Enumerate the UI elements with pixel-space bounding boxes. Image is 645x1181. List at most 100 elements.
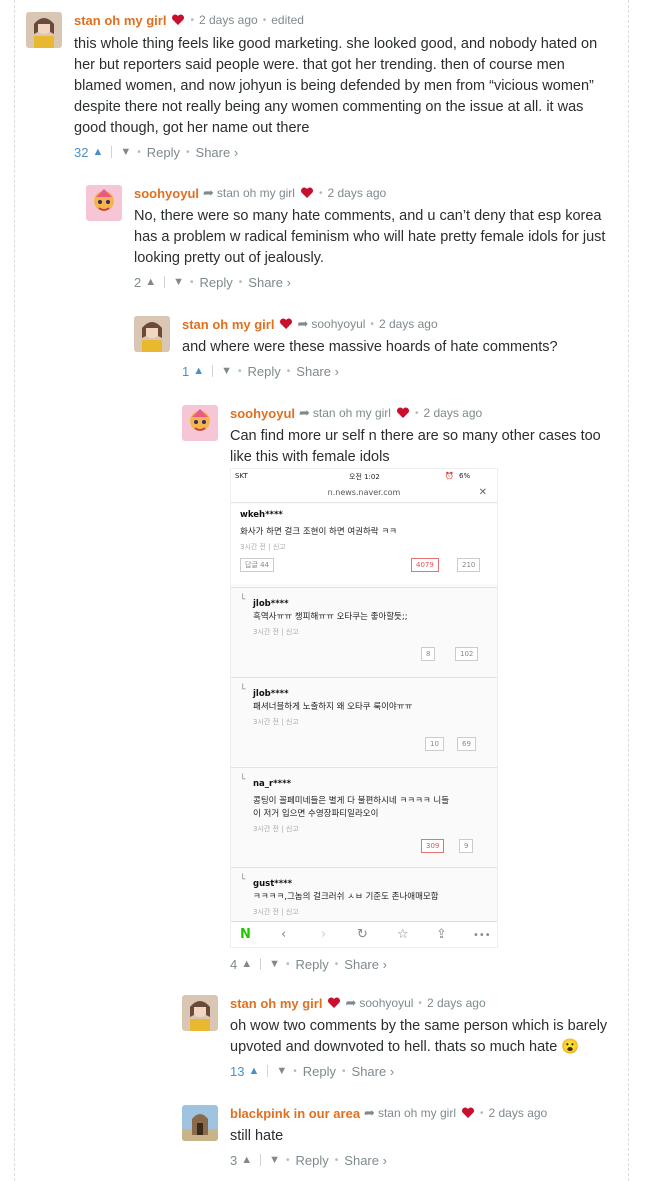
news-username: wkeh****: [240, 510, 283, 520]
downvote-icon[interactable]: ▼: [120, 146, 131, 158]
more-icon: •••: [473, 930, 491, 941]
news-time: 3시간 전: [253, 718, 279, 726]
reply-corner-icon: └: [240, 775, 246, 785]
avatar[interactable]: [26, 12, 62, 48]
news-username: jlob****: [253, 599, 289, 609]
reply-button[interactable]: Reply: [147, 145, 180, 160]
reply-arrow-icon: ➦: [203, 185, 214, 200]
share-button[interactable]: Share ›: [196, 145, 239, 160]
share-button[interactable]: Share ›: [296, 364, 339, 379]
timestamp[interactable]: 2 days ago: [327, 186, 386, 200]
share-button[interactable]: Share ›: [344, 957, 387, 972]
upvote-icon[interactable]: ▲: [145, 276, 156, 288]
reply-to-name[interactable]: stan oh my girl: [313, 406, 391, 420]
upvote-icon[interactable]: ▲: [248, 1065, 259, 1077]
downvote-icon[interactable]: ▼: [269, 1154, 280, 1166]
share-button[interactable]: Share ›: [344, 1153, 387, 1168]
comment-text: Can find more ur self n there are so man…: [230, 428, 601, 465]
separator-dot: •: [238, 276, 243, 288]
upvote-icon[interactable]: ▲: [241, 958, 252, 970]
share-icon: ⇪: [436, 927, 447, 942]
author-name[interactable]: stan oh my girl: [74, 13, 166, 28]
news-dislike-count: 210: [457, 558, 481, 572]
author-name[interactable]: soohyoyul: [230, 406, 295, 421]
timestamp[interactable]: 2 days ago: [427, 996, 486, 1010]
reply-button[interactable]: Reply: [303, 1064, 336, 1079]
avatar[interactable]: [86, 185, 122, 221]
news-reply: └ gust**** ㅋㅋㅋㅋ,그놈의 걸크러쉬 ㅅㅂ 기준도 존나애매모함 3…: [231, 873, 497, 923]
timestamp[interactable]: 2 days ago: [423, 406, 482, 420]
upvote-count: 1: [182, 363, 190, 379]
news-like-count: 10: [425, 737, 444, 751]
back-icon: ‹: [281, 927, 287, 942]
downvote-icon[interactable]: ▼: [269, 958, 280, 970]
separator-dot: •: [334, 958, 339, 970]
news-report: 신고: [285, 718, 299, 726]
downvote-icon[interactable]: ▼: [276, 1065, 287, 1077]
reply-button[interactable]: Reply: [248, 364, 281, 379]
separator-dot: •: [370, 318, 374, 330]
downvote-icon[interactable]: ▼: [221, 365, 232, 377]
news-comment-text: 화사가 하면 걸크 조현이 하면 여권하락 ㅋㅋ: [240, 527, 397, 537]
avatar[interactable]: [182, 1105, 218, 1141]
avatar[interactable]: [182, 995, 218, 1031]
avatar[interactable]: [134, 316, 170, 352]
share-button[interactable]: Share ›: [248, 275, 291, 290]
downvote-icon[interactable]: ▼: [173, 276, 184, 288]
separator-dot: •: [137, 146, 141, 158]
author-name[interactable]: stan oh my girl: [182, 317, 274, 332]
alarm-icon: ⏰: [445, 472, 454, 480]
browser-url-bar: n.news.naver.com ✕: [231, 483, 497, 503]
news-time: 3시간 전: [253, 825, 279, 833]
reply-to-name[interactable]: stan oh my girl: [217, 186, 295, 200]
author-name[interactable]: blackpink in our area: [230, 1106, 360, 1121]
reply-to-name[interactable]: soohyoyul: [311, 317, 365, 331]
reply-arrow-icon: ➦: [299, 405, 310, 420]
separator-dot: •: [190, 276, 194, 288]
reply-button[interactable]: Reply: [200, 275, 233, 290]
news-like-count: 4079: [411, 558, 439, 572]
news-comment: wkeh**** 화사가 하면 걸크 조현이 하면 여권하락 ㅋㅋ 3시간 전 …: [231, 504, 497, 584]
separator-dot: •: [414, 407, 419, 419]
news-comment-text: ㅋㅋㅋㅋ,그놈의 걸크러쉬 ㅅㅂ 기준도 존나애매모함: [253, 892, 439, 902]
author-name[interactable]: soohyoyul: [134, 186, 199, 201]
news-username: jlob****: [253, 689, 289, 699]
upvote-count: 32: [74, 144, 89, 160]
upvote-icon[interactable]: ▲: [92, 146, 103, 158]
comment-text: No, there were so many hate comments, an…: [134, 208, 606, 266]
reply-to-name[interactable]: stan oh my girl: [378, 1106, 456, 1120]
divider: [267, 1065, 269, 1077]
news-divider: [231, 767, 497, 768]
reply-button[interactable]: Reply: [296, 957, 329, 972]
refresh-icon: ↻: [357, 927, 368, 942]
heart-icon: [328, 997, 341, 1008]
news-divider: [231, 867, 497, 868]
embedded-screenshot[interactable]: SKT 오전 1:02 ⏰ 6% n.news.naver.com ✕ wkeh…: [230, 468, 498, 948]
thread-border-right: [628, 0, 629, 1181]
avatar[interactable]: [182, 405, 218, 441]
reply-arrow-icon: ➦: [297, 316, 309, 331]
author-name[interactable]: stan oh my girl: [230, 996, 322, 1011]
battery-level: 6%: [459, 472, 471, 480]
separator-dot: •: [286, 365, 291, 377]
share-button[interactable]: Share ›: [352, 1064, 395, 1079]
carrier-label: SKT: [235, 472, 248, 480]
thread-border-left: [14, 0, 15, 1181]
comment-text: oh wow two comments by the same person w…: [230, 1018, 608, 1055]
news-username: na_r****: [253, 779, 292, 789]
separator-dot: •: [479, 1107, 484, 1119]
timestamp[interactable]: 2 days ago: [489, 1106, 548, 1120]
news-divider: [231, 677, 497, 678]
upvote-icon[interactable]: ▲: [241, 1154, 252, 1166]
divider: [164, 276, 166, 288]
upvote-icon[interactable]: ▲: [193, 365, 204, 377]
divider: [212, 365, 214, 377]
reply-button[interactable]: Reply: [296, 1153, 329, 1168]
timestamp[interactable]: 2 days ago: [379, 317, 438, 331]
news-comment-text: 콩팅이 꼴페미네들은 별게 다 불편하시네 ㅋㅋㅋㅋ 니들 이 저거 입으면 수…: [253, 796, 450, 819]
news-time: 3시간 전: [253, 908, 279, 916]
reply-to-name[interactable]: soohyoyul: [359, 996, 413, 1010]
timestamp[interactable]: 2 days ago: [199, 13, 258, 27]
news-dislike-count: 9: [459, 839, 474, 853]
separator-dot: •: [186, 146, 190, 158]
